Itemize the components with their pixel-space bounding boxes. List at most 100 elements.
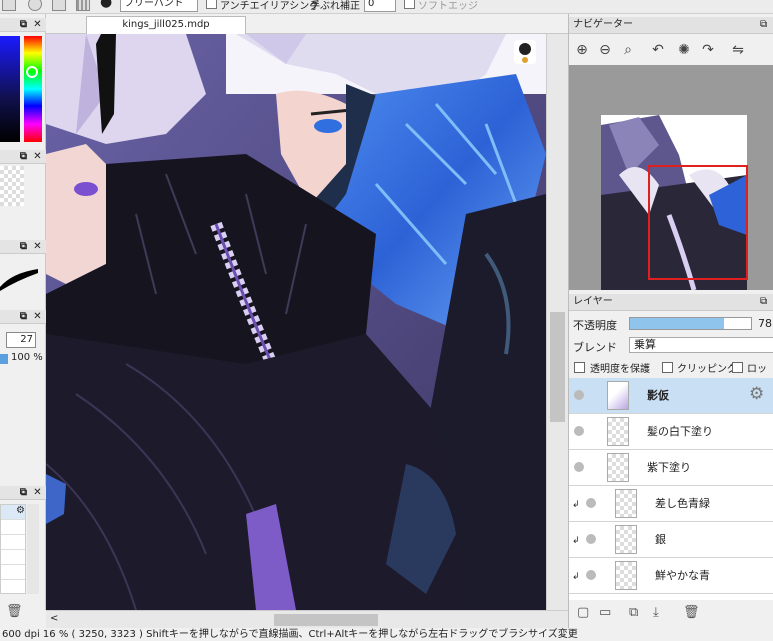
layer-opacity-fill xyxy=(630,318,725,329)
close-icon[interactable]: ✕ xyxy=(32,151,43,162)
opacity-swatch xyxy=(0,354,8,364)
soft-edge-label: ソフトエッジ xyxy=(418,1,478,12)
canvas-horizontal-scrollbar[interactable]: < xyxy=(46,610,568,628)
list-item[interactable] xyxy=(1,535,25,550)
navigator-header: ナビゲーター ⧉ xyxy=(569,17,773,34)
brush-list-scrollbar[interactable] xyxy=(27,504,39,594)
horizontal-scroll-thumb[interactable] xyxy=(274,614,378,626)
trash-icon[interactable]: 🗑 xyxy=(6,604,23,619)
drawing-canvas[interactable] xyxy=(46,34,546,610)
spiral-tool-icon[interactable] xyxy=(28,0,42,11)
brush-list[interactable]: ⚙ xyxy=(0,504,26,594)
eye-icon[interactable] xyxy=(586,498,596,508)
hue-handle[interactable] xyxy=(26,66,38,78)
layer-name: 鮮やかな青 xyxy=(655,569,710,582)
brush-preview xyxy=(0,166,24,206)
lock-checkbox[interactable] xyxy=(732,362,743,373)
layer-list[interactable]: 影仮 ⚙ 髪の白下塗り 紫下塗り ↲ 差し色青緑 ↲ 銀 ↲ 鮮やかな青 xyxy=(569,378,773,600)
new-layer-icon[interactable]: ▢ xyxy=(577,606,591,620)
blend-mode-select[interactable]: 乗算 xyxy=(629,337,773,353)
clipping-checkbox[interactable] xyxy=(662,362,673,373)
dock-icon[interactable]: ⧉ xyxy=(18,151,29,162)
layer-opacity-slider[interactable] xyxy=(629,317,752,330)
layer-thumbnail xyxy=(607,417,629,446)
layer-row[interactable]: 髪の白下塗り xyxy=(569,414,773,450)
protect-alpha-checkbox[interactable] xyxy=(574,362,585,373)
blend-label: ブレンド xyxy=(573,341,617,354)
layer-row[interactable]: ↲ 差し色青緑 xyxy=(569,486,773,522)
close-icon[interactable]: ✕ xyxy=(32,19,43,30)
gear-icon[interactable]: ⚙ xyxy=(1,505,25,520)
dock-icon[interactable]: ⧉ xyxy=(760,296,771,307)
layer-name: 髪の白下塗り xyxy=(647,425,713,438)
brush-size-input[interactable]: 27 xyxy=(6,332,36,348)
brush-list-header: ⧉ ✕ xyxy=(0,486,46,500)
eye-icon[interactable] xyxy=(574,462,584,472)
rotate-right-icon[interactable]: ↷ xyxy=(699,41,717,59)
gear-icon[interactable]: ⚙ xyxy=(749,384,764,404)
stabilizer-select[interactable]: 0 xyxy=(364,0,396,12)
clip-indicator-icon: ↲ xyxy=(572,572,580,582)
delete-layer-icon[interactable]: 🗑 xyxy=(683,606,700,620)
color-panel-header: ⧉ ✕ xyxy=(0,18,46,32)
layer-row[interactable]: 影仮 ⚙ xyxy=(569,378,773,414)
clip-indicator-icon: ↲ xyxy=(572,500,580,510)
layer-thumbnail xyxy=(607,453,629,482)
layer-row[interactable]: 紫下塗り xyxy=(569,450,773,486)
merge-down-icon[interactable]: ⤓ xyxy=(653,606,667,620)
grid-icon[interactable] xyxy=(76,0,90,11)
dock-icon[interactable]: ⧉ xyxy=(18,487,29,498)
layer-thumbnail xyxy=(615,489,637,518)
layer-name: 紫下塗り xyxy=(647,461,691,474)
layer-row[interactable]: ↲ 鮮やかな青 xyxy=(569,558,773,594)
brush-tool-icon[interactable] xyxy=(2,0,16,11)
eye-icon[interactable] xyxy=(586,534,596,544)
scroll-left-icon[interactable]: < xyxy=(50,613,58,624)
zoom-out-icon[interactable]: ⊖ xyxy=(596,41,614,59)
brush-toolbar: ● フリーハンド アンチエイリアシング 手ぶれ補正 0 ソフトエッジ xyxy=(0,0,773,14)
navigator-preview[interactable] xyxy=(569,65,773,291)
dock-icon[interactable]: ⧉ xyxy=(18,19,29,30)
antialias-label: アンチエイリアシング xyxy=(220,1,320,12)
eye-icon[interactable] xyxy=(574,390,584,400)
eye-icon[interactable] xyxy=(586,570,596,580)
navigator-title: ナビゲーター xyxy=(573,19,633,30)
dock-icon[interactable]: ⧉ xyxy=(18,311,29,322)
color-saturation-area[interactable] xyxy=(0,36,20,142)
status-bar: 600 dpi 16 % ( 3250, 3323 ) Shiftキーを押しなが… xyxy=(0,628,773,641)
rotate-reset-icon[interactable]: ✺ xyxy=(675,41,693,59)
hue-slider[interactable] xyxy=(24,36,42,142)
layer-row[interactable]: ↲ 銀 xyxy=(569,522,773,558)
layer-thumbnail xyxy=(607,381,629,410)
stroke-mode-select[interactable]: フリーハンド xyxy=(120,0,198,12)
canvas-vertical-scrollbar[interactable] xyxy=(546,34,568,610)
eye-icon[interactable] xyxy=(574,426,584,436)
left-tool-panel: ⧉ ✕ ⧉ ✕ ⧉ ✕ ⧉ ✕ 27 100 % ⧉ ✕ ⚙ 🗑 xyxy=(0,14,46,619)
new-folder-icon[interactable]: ▭ xyxy=(599,606,613,620)
layers-header: レイヤー ⧉ xyxy=(569,294,773,311)
line-tool-icon[interactable] xyxy=(52,0,66,11)
close-icon[interactable]: ✕ xyxy=(32,311,43,322)
duplicate-layer-icon[interactable]: ⧉ xyxy=(629,606,643,620)
layer-thumbnail xyxy=(615,561,637,590)
dock-icon[interactable]: ⧉ xyxy=(760,19,771,30)
antialias-checkbox[interactable] xyxy=(206,0,217,9)
list-item[interactable] xyxy=(1,550,25,565)
vertical-scroll-thumb[interactable] xyxy=(550,312,565,422)
flip-icon[interactable]: ⇋ xyxy=(729,41,747,59)
layer-thumbnail xyxy=(615,525,637,554)
zoom-fit-icon[interactable]: ⌕ xyxy=(619,41,637,59)
zoom-in-icon[interactable]: ⊕ xyxy=(573,41,591,59)
dock-icon[interactable]: ⧉ xyxy=(18,241,29,252)
document-tab[interactable]: kings_jill025.mdp xyxy=(86,16,246,34)
list-item[interactable] xyxy=(1,565,25,580)
soft-edge-checkbox[interactable] xyxy=(404,0,415,9)
layer-opacity-label: 不透明度 xyxy=(573,319,617,332)
rotate-left-icon[interactable]: ↶ xyxy=(649,41,667,59)
list-item[interactable] xyxy=(1,520,25,535)
brush-stroke-preview xyxy=(0,267,38,291)
close-icon[interactable]: ✕ xyxy=(32,487,43,498)
right-panel: ナビゲーター ⧉ ⊕ ⊖ ⌕ ↶ ✺ ↷ ⇋ レイヤー ⧉ 不透明度 78 ブレ… xyxy=(568,14,773,628)
clip-indicator-icon: ↲ xyxy=(572,536,580,546)
close-icon[interactable]: ✕ xyxy=(32,241,43,252)
